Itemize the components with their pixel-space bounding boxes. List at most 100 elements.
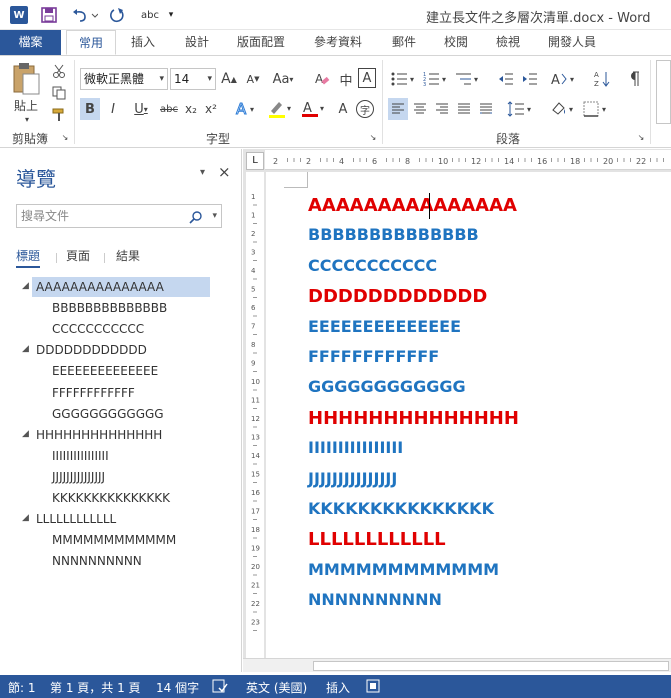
nav-heading-item[interactable]: IIIIIIIIIIIIIIII (52, 446, 109, 466)
vertical-ruler[interactable]: 1 1 2 3 4 5 6 7 8 9 10 11 12 13 14 15 16 17 18 19 20 21 22 23 (246, 172, 264, 658)
character-shading-button[interactable]: A (334, 98, 352, 120)
phonetic-guide-button[interactable]: 中 (336, 68, 356, 90)
horizontal-scrollbar[interactable] (243, 658, 671, 672)
undo-icon[interactable] (70, 6, 98, 24)
nav-heading-item[interactable]: DDDDDDDDDDDD (36, 340, 147, 360)
expand-collapse-icon[interactable]: ◢ (22, 513, 29, 523)
superscript-button[interactable]: x² (202, 98, 220, 120)
justify-icon[interactable] (454, 98, 474, 120)
nav-tab-headings[interactable]: 標題 (16, 247, 41, 268)
nav-heading-item[interactable]: FFFFFFFFFFFF (52, 383, 135, 403)
align-center-icon[interactable] (410, 98, 430, 120)
change-case-button[interactable]: Aa ▾ (268, 68, 298, 90)
document-paragraph[interactable]: NNNNNNNNNN (308, 590, 442, 609)
enclose-characters-button[interactable]: 字 (356, 100, 374, 118)
document-paragraph[interactable]: BBBBBBBBBBBBBB (308, 225, 479, 244)
expand-collapse-icon[interactable]: ◢ (22, 344, 29, 354)
numbering-icon[interactable]: 1 2 3 ▾ (422, 68, 452, 90)
nav-heading-item[interactable]: AAAAAAAAAAAAAAA (32, 277, 210, 297)
font-color-icon[interactable]: A ▾ (300, 98, 328, 120)
multilevel-list-icon[interactable]: ▾ (454, 68, 484, 90)
document-paragraph[interactable]: GGGGGGGGGGGG (308, 377, 466, 396)
tab-developer[interactable]: 開發人員 (540, 30, 604, 55)
dialog-launcher-icon[interactable]: ↘ (368, 132, 378, 142)
font-name-combo[interactable]: 微軟正黑體 ▾ (80, 68, 168, 90)
document-paragraph[interactable]: EEEEEEEEEEEEEE (308, 317, 461, 336)
paste-button[interactable]: 貼上 (10, 96, 42, 114)
highlight-icon[interactable]: ▾ (266, 98, 296, 120)
clear-format-icon[interactable]: A (312, 68, 332, 90)
status-section[interactable]: 節: 1 (8, 679, 36, 696)
nav-heading-item[interactable]: EEEEEEEEEEEEEE (52, 361, 158, 381)
horizontal-ruler[interactable]: 2 2 4 6 8 10 12 14 16 18 20 22 (265, 150, 671, 170)
document-paragraph[interactable]: LLLLLLLLLLLL (308, 529, 446, 550)
nav-tab-results[interactable]: 結果 (116, 247, 140, 264)
nav-heading-item[interactable]: LLLLLLLLLLLL (36, 509, 116, 529)
nav-heading-item[interactable]: NNNNNNNNNN (52, 551, 142, 571)
floppy-icon[interactable] (40, 6, 58, 24)
tab-view[interactable]: 檢視 (488, 30, 528, 55)
proofing-icon[interactable] (212, 679, 228, 696)
nav-heading-item[interactable]: KKKKKKKKKKKKKKK (52, 488, 170, 508)
subscript-button[interactable]: x₂ (182, 98, 200, 120)
nav-tab-pages[interactable]: 頁面 (66, 247, 90, 264)
tab-design[interactable]: 設計 (176, 30, 218, 55)
dialog-launcher-icon[interactable]: ↘ (636, 132, 646, 142)
borders-icon[interactable]: ▾ (582, 98, 612, 120)
align-right-icon[interactable] (432, 98, 452, 120)
chevron-down-icon[interactable]: ▾ (22, 114, 32, 124)
strikethrough-button[interactable]: abc (158, 98, 180, 120)
status-page[interactable]: 第 1 頁，共 1 頁 (50, 679, 141, 696)
tab-selector[interactable]: L (246, 152, 264, 170)
document-paragraph[interactable]: HHHHHHHHHHHHHH (308, 408, 519, 429)
search-icon[interactable] (189, 209, 203, 231)
nav-heading-item[interactable]: GGGGGGGGGGGG (52, 404, 164, 424)
sort-icon[interactable]: AZ (592, 68, 612, 90)
nav-heading-item[interactable]: MMMMMMMMMMMM (52, 530, 176, 550)
document-paragraph[interactable]: AAAAAAAAAAAAAAA (308, 195, 517, 216)
character-border-button[interactable]: A (358, 68, 376, 88)
bullets-icon[interactable]: ▾ (390, 68, 420, 90)
tab-layout[interactable]: 版面配置 (230, 30, 292, 55)
document-paragraph[interactable]: FFFFFFFFFFFF (308, 347, 439, 366)
dialog-launcher-icon[interactable]: ↘ (60, 132, 70, 142)
nav-heading-item[interactable]: CCCCCCCCCCC (52, 319, 144, 339)
show-marks-icon[interactable] (622, 68, 644, 90)
italic-button[interactable]: I (104, 98, 122, 120)
tab-home[interactable]: 常用 (66, 30, 116, 55)
status-language[interactable]: 英文 (美國) (246, 679, 307, 696)
grow-font-button[interactable]: A ▲ (220, 68, 238, 90)
nav-heading-item[interactable]: BBBBBBBBBBBBBB (52, 298, 167, 318)
tab-references[interactable]: 參考資料 (306, 30, 370, 55)
scrollbar-thumb[interactable] (313, 661, 669, 671)
decrease-indent-icon[interactable] (496, 68, 516, 90)
cut-icon[interactable] (50, 62, 68, 80)
document-paragraph[interactable]: IIIIIIIIIIIIIIII (308, 438, 403, 457)
document-paragraph[interactable]: CCCCCCCCCCC (308, 256, 437, 275)
align-left-icon[interactable] (388, 98, 408, 120)
clipboard-icon[interactable] (10, 62, 42, 96)
font-size-combo[interactable]: 14 ▾ (170, 68, 216, 90)
distributed-icon[interactable] (476, 98, 496, 120)
search-input[interactable]: 搜尋文件 ▾ (16, 204, 222, 228)
shrink-font-button[interactable]: A ▼ (244, 68, 262, 90)
document-paragraph[interactable]: JJJJJJJJJJJJJJJ (308, 469, 397, 488)
copy-icon[interactable] (50, 84, 68, 102)
text-effects-icon[interactable]: A ▾ (234, 98, 258, 120)
macro-record-icon[interactable] (366, 679, 380, 696)
chevron-down-icon[interactable]: ▾ (212, 205, 217, 227)
document-paragraph[interactable]: DDDDDDDDDDDD (308, 286, 487, 307)
tab-review[interactable]: 校閱 (436, 30, 476, 55)
bold-button[interactable]: B (80, 98, 100, 120)
nav-heading-item[interactable]: HHHHHHHHHHHHHH (36, 425, 162, 445)
nav-heading-item[interactable]: JJJJJJJJJJJJJJJ (52, 467, 105, 487)
document-paragraph[interactable]: KKKKKKKKKKKKKKK (308, 499, 494, 518)
tab-insert[interactable]: 插入 (122, 30, 164, 55)
customize-qa-icon[interactable]: ▾ (166, 6, 176, 24)
tab-file[interactable]: 檔案 (0, 30, 61, 55)
word-app-icon[interactable]: W (10, 6, 28, 24)
increase-indent-icon[interactable] (520, 68, 540, 90)
shading-icon[interactable]: ▾ (548, 98, 578, 120)
styles-gallery[interactable] (656, 60, 671, 124)
repeat-icon[interactable] (108, 6, 126, 24)
